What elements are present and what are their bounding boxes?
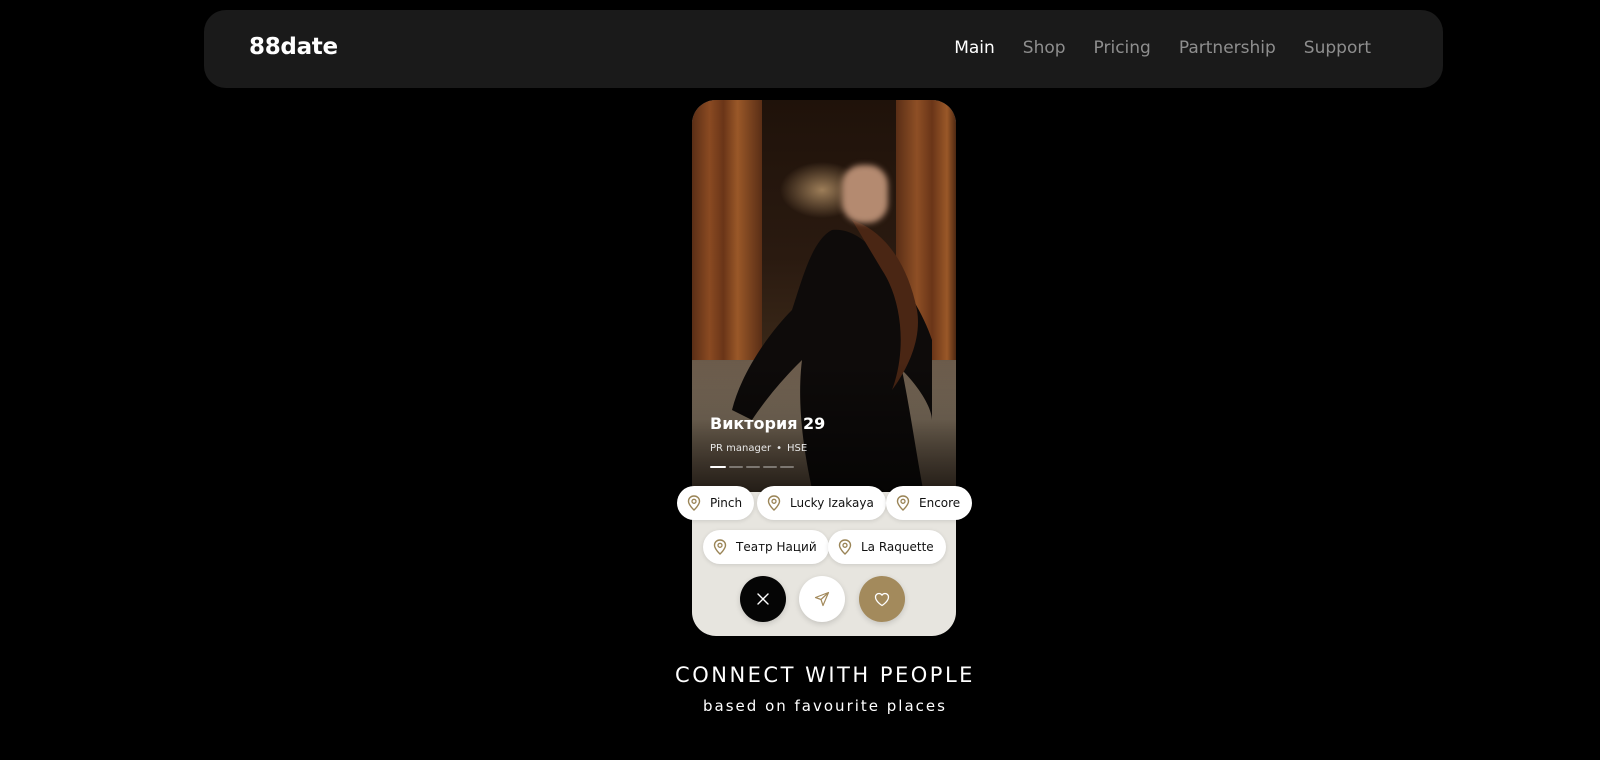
- main-nav: Main Shop Pricing Partnership Support: [954, 38, 1371, 58]
- place-chip-label: Pinch: [710, 496, 743, 510]
- like-button[interactable]: [859, 576, 905, 622]
- place-chip-la-raquette[interactable]: La Raquette: [828, 530, 946, 564]
- profile-name: Виктория: [710, 414, 798, 433]
- hero-subline: based on favourite places: [703, 697, 947, 715]
- place-chip-label: Lucky Izakaya: [790, 496, 874, 510]
- profile-age: 29: [803, 414, 826, 433]
- place-chip-pinch[interactable]: Pinch: [677, 486, 755, 520]
- photo-progress-segment: [780, 466, 794, 468]
- location-pin-icon: [767, 495, 781, 511]
- location-pin-icon: [713, 539, 727, 555]
- close-icon: [757, 593, 769, 605]
- place-chip-encore[interactable]: Encore: [886, 486, 973, 520]
- photo-progress-segment: [746, 466, 760, 468]
- nav-link-support[interactable]: Support: [1304, 38, 1371, 58]
- blurred-face: [842, 165, 888, 223]
- profile-photo[interactable]: Виктория 29 PR manager • HSE: [692, 100, 956, 492]
- profile-school: HSE: [787, 443, 808, 454]
- heart-icon: [874, 592, 890, 606]
- photo-progress-indicator: [710, 466, 794, 468]
- location-pin-icon: [687, 495, 701, 511]
- logo[interactable]: 88date: [249, 34, 338, 60]
- hero-headline: CONNECT WITH PEOPLE: [675, 663, 975, 687]
- place-chip-label: Театр Наций: [736, 540, 817, 554]
- place-chip-lucky-izakaya[interactable]: Lucky Izakaya: [757, 486, 886, 520]
- send-button[interactable]: [799, 576, 845, 622]
- profile-job: PR manager: [710, 443, 772, 454]
- nav-link-pricing[interactable]: Pricing: [1094, 38, 1151, 58]
- place-chip-label: La Raquette: [861, 540, 934, 554]
- nav-link-shop[interactable]: Shop: [1023, 38, 1066, 58]
- top-navbar: 88date Main Shop Pricing Partnership Sup…: [204, 10, 1443, 88]
- profile-name-age: Виктория 29: [710, 414, 825, 433]
- photo-progress-segment: [763, 466, 777, 468]
- nav-link-main[interactable]: Main: [954, 38, 995, 58]
- photo-progress-segment: [729, 466, 743, 468]
- send-icon: [814, 591, 830, 607]
- separator-dot: •: [776, 443, 783, 454]
- photo-progress-segment: [710, 466, 726, 468]
- place-chip-teatr-natsiy[interactable]: Театр Наций: [703, 530, 829, 564]
- location-pin-icon: [896, 495, 910, 511]
- location-pin-icon: [838, 539, 852, 555]
- nav-link-partnership[interactable]: Partnership: [1179, 38, 1276, 58]
- dismiss-button[interactable]: [740, 576, 786, 622]
- profile-details: PR manager • HSE: [710, 443, 807, 454]
- place-chip-label: Encore: [919, 496, 961, 510]
